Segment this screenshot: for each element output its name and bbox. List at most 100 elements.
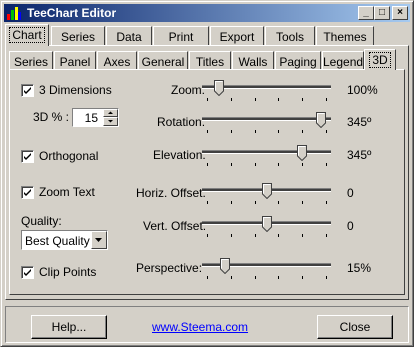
subtab-legend[interactable]: Legend <box>322 51 364 69</box>
subtab-general[interactable]: General <box>138 51 188 69</box>
orthogonal-checkbox[interactable] <box>21 150 34 163</box>
slider-tick <box>302 234 303 237</box>
slider-thumb[interactable] <box>297 145 307 162</box>
slider-thumb[interactable] <box>214 80 224 97</box>
three-d-percent-value: 15 <box>84 111 98 125</box>
slider-tick <box>278 98 279 101</box>
slider-tick <box>302 130 303 133</box>
checkmark-icon <box>24 153 31 160</box>
horiz-offset-value: 0 <box>347 186 354 200</box>
slider-tick <box>302 98 303 101</box>
slider-tick <box>278 276 279 279</box>
checkmark-icon <box>24 87 31 94</box>
quality-dropdown-button[interactable] <box>91 231 107 249</box>
slider-tick <box>255 276 256 279</box>
slider-tick <box>302 163 303 166</box>
slider-tick <box>302 276 303 279</box>
slider-tick <box>326 130 327 133</box>
stepper-up-button[interactable] <box>103 109 118 117</box>
horiz-offset-label: Horiz. Offset: <box>136 186 206 200</box>
slider-tick <box>255 130 256 133</box>
tab-data[interactable]: Data <box>106 26 152 45</box>
tab-themes[interactable]: Themes <box>316 26 374 45</box>
slider-thumb[interactable] <box>220 258 230 275</box>
tab-tools[interactable]: Tools <box>265 26 315 45</box>
tab-print[interactable]: Print <box>153 26 209 45</box>
slider-tick <box>231 163 232 166</box>
slider-tick <box>326 201 327 204</box>
three-d-percent-stepper[interactable]: 15 <box>72 108 119 127</box>
slider-track <box>202 117 331 121</box>
subtab-3d[interactable]: 3D <box>364 49 396 70</box>
perspective-slider[interactable] <box>202 258 331 280</box>
tab-export[interactable]: Export <box>210 26 264 45</box>
subtab-walls[interactable]: Walls <box>232 51 274 69</box>
steema-link[interactable]: www.Steema.com <box>152 320 248 334</box>
close-icon: × <box>397 7 403 18</box>
maximize-button[interactable]: □ <box>374 6 390 20</box>
elevation-value: 345º <box>347 148 372 162</box>
zoom-text-checkbox[interactable] <box>21 186 34 199</box>
slider-tick <box>231 201 232 204</box>
minimize-icon: _ <box>363 7 369 18</box>
slider-tick <box>207 276 208 279</box>
horiz-offset-slider[interactable] <box>202 183 331 205</box>
three-d-tab-page: 3 Dimensions 3D % : 15 Orthogonal Zoom T… <box>9 69 405 295</box>
maximize-icon: □ <box>378 7 386 18</box>
zoom-label: Zoom: <box>171 83 206 97</box>
clip-points-label: Clip Points <box>39 265 97 279</box>
title-bar[interactable]: TeeChart Editor _ □ × <box>4 4 410 22</box>
slider-tick <box>207 234 208 237</box>
clip-points-checkbox[interactable] <box>21 266 34 279</box>
slider-tick <box>255 163 256 166</box>
slider-tick <box>255 234 256 237</box>
chevron-down-icon <box>95 238 102 242</box>
close-button[interactable]: Close <box>317 315 393 339</box>
slider-thumb[interactable] <box>316 112 326 129</box>
slider-tick <box>278 201 279 204</box>
subtab-axes[interactable]: Axes <box>97 51 137 69</box>
perspective-value: 15% <box>347 261 372 275</box>
slider-thumb[interactable] <box>262 216 272 233</box>
chart-tab-page: Series Panel Axes General Titles Walls P… <box>5 45 409 300</box>
subtab-series[interactable]: Series <box>9 51 53 69</box>
slider-tick <box>278 234 279 237</box>
slider-tick <box>231 130 232 133</box>
checkmark-icon <box>24 189 31 196</box>
slider-thumb[interactable] <box>262 183 272 200</box>
zoom-text-label: Zoom Text <box>39 185 95 199</box>
slider-tick <box>207 163 208 166</box>
elevation-label: Elevation: <box>153 148 206 162</box>
three-d-label: 3 Dimensions <box>39 83 112 97</box>
slider-tick <box>278 163 279 166</box>
subtab-titles[interactable]: Titles <box>189 51 231 69</box>
quality-select[interactable]: Best Quality <box>21 230 108 250</box>
quality-value: Best Quality <box>25 234 90 248</box>
teechart-editor-window: TeeChart Editor _ □ × Chart Series Data … <box>0 0 414 347</box>
slider-tick <box>326 163 327 166</box>
vert-offset-slider[interactable] <box>202 216 331 238</box>
arrow-up-icon <box>108 111 113 114</box>
slider-tick <box>207 201 208 204</box>
rotation-slider[interactable] <box>202 112 331 134</box>
subtab-paging[interactable]: Paging <box>275 51 321 69</box>
tab-chart[interactable]: Chart <box>5 24 49 46</box>
stepper-down-button[interactable] <box>103 117 118 126</box>
zoom-slider[interactable] <box>202 80 331 102</box>
subtab-panel[interactable]: Panel <box>54 51 96 69</box>
vert-offset-value: 0 <box>347 219 354 233</box>
elevation-slider[interactable] <box>202 145 331 167</box>
slider-tick <box>231 234 232 237</box>
slider-tick <box>207 130 208 133</box>
help-button[interactable]: Help... <box>31 315 107 339</box>
close-window-button[interactable]: × <box>392 6 408 20</box>
minimize-button[interactable]: _ <box>358 6 374 20</box>
slider-tick <box>278 130 279 133</box>
slider-tick <box>231 98 232 101</box>
three-d-checkbox[interactable] <box>21 84 34 97</box>
teechart-app-icon <box>6 5 22 21</box>
rotation-label: Rotation: <box>157 115 206 129</box>
slider-track <box>202 150 331 154</box>
tab-series[interactable]: Series <box>51 26 105 45</box>
zoom-value: 100% <box>347 83 378 97</box>
